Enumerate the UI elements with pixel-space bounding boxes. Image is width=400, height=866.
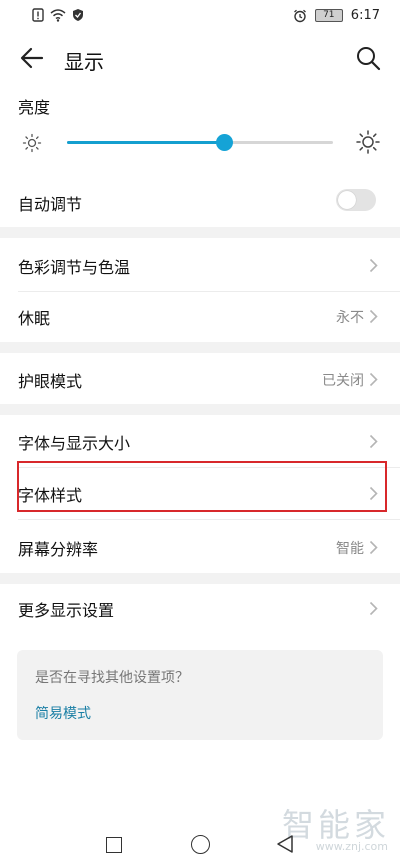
status-right: 71 6:17: [293, 8, 380, 23]
battery-level: 71: [314, 9, 343, 22]
brightness-high-icon: [356, 130, 380, 154]
row-label: 更多显示设置: [18, 601, 115, 620]
suggestion-card: 是否在寻找其他设置项？ 简易模式: [17, 650, 383, 740]
row-label: 屏幕分辨率: [18, 540, 99, 559]
row-label: 色彩调节与色温: [18, 258, 131, 277]
brightness-slider-fill: [67, 141, 224, 144]
row-screen-resolution[interactable]: 屏幕分辨率 智能: [0, 520, 400, 574]
wifi-icon: [50, 8, 66, 22]
simple-mode-link[interactable]: 简易模式: [35, 703, 91, 723]
home-circle-icon[interactable]: [191, 835, 210, 854]
status-time: 6:17: [350, 8, 380, 23]
brightness-slider[interactable]: [67, 134, 333, 151]
row-label: 休眠: [18, 309, 51, 328]
chevron-right-icon: [369, 372, 378, 387]
brightness-label: 亮度: [18, 98, 51, 117]
alarm-icon: [293, 9, 306, 22]
suggestion-question: 是否在寻找其他设置项？: [35, 670, 189, 686]
row-label: 字体与显示大小: [18, 434, 131, 453]
chevron-right-icon: [369, 434, 378, 449]
chevron-right-icon: [369, 258, 378, 273]
row-font-display-size[interactable]: 字体与显示大小: [0, 414, 400, 468]
page-title: 显示: [64, 50, 104, 74]
brightness-section: 亮度 自动调节: [0, 86, 400, 226]
highlight-box: [17, 461, 387, 512]
app-header: 显示: [0, 36, 400, 82]
toggle-knob: [338, 191, 356, 209]
row-value: 已关闭: [322, 373, 364, 389]
status-bar: 71 6:17: [0, 0, 400, 34]
row-value: 永不: [336, 310, 364, 326]
auto-brightness-row[interactable]: 自动调节: [0, 180, 400, 224]
system-nav-bar: [0, 824, 400, 866]
recents-square-icon[interactable]: [106, 837, 122, 853]
row-more-display-settings[interactable]: 更多显示设置: [0, 581, 400, 635]
chevron-right-icon: [369, 309, 378, 324]
brightness-low-icon: [22, 133, 42, 153]
status-left-icons: [32, 8, 84, 22]
search-icon[interactable]: [354, 44, 382, 72]
auto-brightness-label: 自动调节: [18, 195, 83, 214]
row-label: 护眼模式: [18, 372, 83, 391]
section-divider: [0, 227, 400, 238]
row-value: 智能: [336, 541, 364, 557]
row-sleep[interactable]: 休眠 永不: [0, 289, 400, 343]
auto-brightness-toggle[interactable]: [336, 189, 376, 211]
chevron-right-icon: [369, 540, 378, 555]
brightness-slider-thumb[interactable]: [215, 134, 233, 151]
back-triangle-icon[interactable]: [276, 834, 294, 854]
back-arrow-icon[interactable]: [18, 44, 46, 72]
row-color-temperature[interactable]: 色彩调节与色温: [0, 238, 400, 292]
shield-icon: [73, 9, 83, 21]
row-eye-comfort[interactable]: 护眼模式 已关闭: [0, 352, 400, 406]
alert-icon: [32, 8, 44, 22]
chevron-right-icon: [369, 601, 378, 616]
